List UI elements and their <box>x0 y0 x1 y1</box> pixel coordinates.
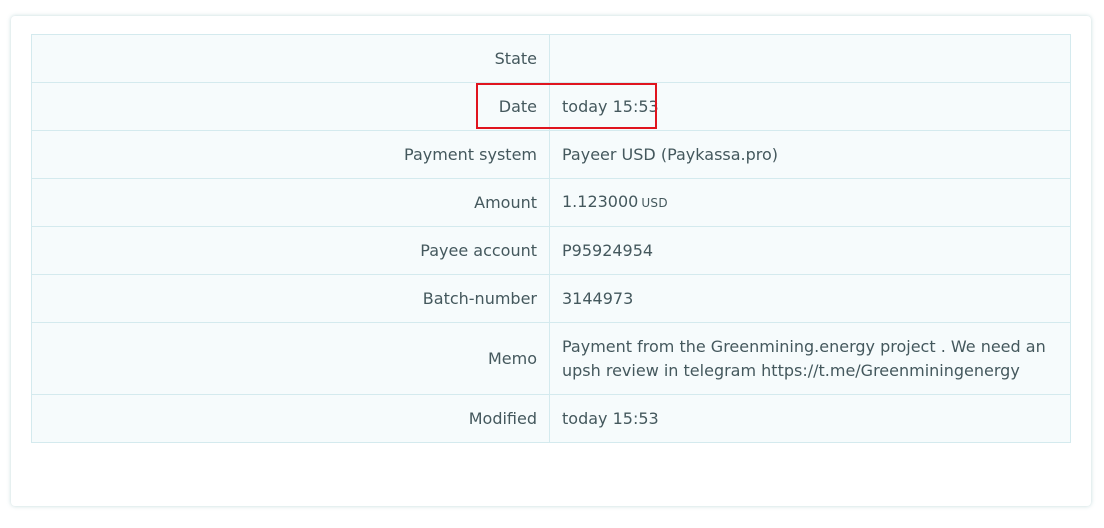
modified-label: Modified <box>31 394 550 443</box>
payment-system-value: Payeer USD (Paykassa.pro) <box>549 130 1071 179</box>
batch-number-label: Batch-number <box>31 274 550 323</box>
table-row: Payment system Payeer USD (Paykassa.pro) <box>31 130 1071 179</box>
memo-label: Memo <box>31 322 550 395</box>
table-row: Payee account P95924954 <box>31 226 1071 275</box>
table-row: Modified today 15:53 <box>31 394 1071 443</box>
payee-account-label: Payee account <box>31 226 550 275</box>
date-label: Date <box>31 82 550 131</box>
table-row: State <box>31 34 1071 83</box>
amount-label: Amount <box>31 178 550 227</box>
payee-account-value: P95924954 <box>549 226 1071 275</box>
batch-number-value: 3144973 <box>549 274 1071 323</box>
memo-value: Payment from the Greenmining.energy proj… <box>549 322 1071 395</box>
table-row: Memo Payment from the Greenmining.energy… <box>31 322 1071 395</box>
table-row: Date today 15:53 <box>31 82 1071 131</box>
table-row: Batch-number 3144973 <box>31 274 1071 323</box>
amount-value: 1.123000 <box>562 192 639 211</box>
modified-value: today 15:53 <box>549 394 1071 443</box>
state-label: State <box>31 34 550 83</box>
date-value: today 15:53 <box>549 82 1071 131</box>
payment-details-table: State Date today 15:53 Payment system Pa… <box>31 34 1071 443</box>
amount-value-cell: 1.123000 USD <box>549 178 1071 227</box>
payment-details-card: State Date today 15:53 Payment system Pa… <box>11 16 1091 506</box>
payment-system-label: Payment system <box>31 130 550 179</box>
table-row: Amount 1.123000 USD <box>31 178 1071 227</box>
state-value <box>549 34 1071 83</box>
amount-unit: USD <box>641 196 668 210</box>
